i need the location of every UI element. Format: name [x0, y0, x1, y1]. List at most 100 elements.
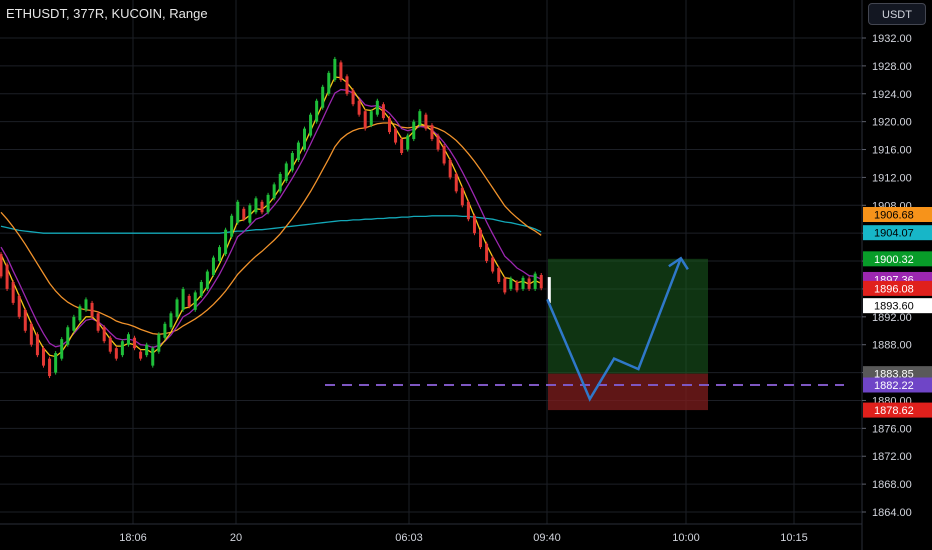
price-label-text: 1896.08 [874, 283, 914, 295]
candle [303, 128, 306, 150]
x-tick-label: 10:15 [780, 532, 808, 544]
y-tick-label: 1912.00 [872, 172, 912, 184]
candle [193, 292, 197, 310]
candle [418, 111, 422, 126]
candle [35, 334, 39, 356]
candle [357, 100, 361, 115]
candle [527, 278, 531, 289]
candle [90, 302, 94, 317]
candle [345, 76, 349, 94]
candle [48, 358, 52, 377]
candle [381, 104, 385, 119]
candle [533, 273, 537, 289]
candle [509, 278, 513, 289]
candle [96, 313, 100, 331]
x-tick-label: 09:40 [533, 532, 561, 544]
candle [23, 309, 27, 331]
candle [199, 281, 203, 296]
candle [466, 201, 470, 220]
candle [5, 264, 9, 289]
candle [521, 277, 525, 289]
candle [369, 111, 373, 126]
candle [151, 348, 155, 366]
candle [41, 348, 45, 366]
candle [114, 348, 118, 359]
candle [211, 257, 215, 275]
candle [412, 121, 416, 140]
candle [479, 229, 483, 248]
y-tick-label: 1892.00 [872, 312, 912, 324]
candle [472, 215, 476, 234]
candle [254, 198, 258, 213]
price-label-text: 1882.22 [874, 380, 914, 392]
candle [539, 275, 543, 289]
stop-zone [548, 373, 708, 411]
candle [424, 114, 428, 129]
candle [491, 257, 495, 272]
y-tick-label: 1920.00 [872, 117, 912, 129]
candle [230, 215, 234, 237]
y-tick-label: 1872.00 [872, 451, 912, 463]
chart-background [0, 0, 932, 550]
candle [442, 146, 446, 164]
y-tick-label: 1924.00 [872, 89, 912, 101]
candle [448, 159, 452, 178]
candle [102, 327, 106, 342]
candle [84, 299, 88, 310]
price-label-text: 1893.60 [874, 301, 914, 313]
candle [17, 295, 21, 317]
y-tick-label: 1876.00 [872, 423, 912, 435]
candle [60, 339, 64, 359]
candle [11, 281, 15, 303]
candle [375, 100, 379, 115]
candle [460, 187, 464, 206]
y-tick-label: 1928.00 [872, 61, 912, 73]
x-tick-label: 20 [230, 532, 242, 544]
candle [120, 341, 124, 356]
candle [430, 125, 434, 140]
candle [163, 323, 167, 338]
candle [187, 295, 191, 307]
candle [290, 153, 294, 171]
candle [321, 86, 325, 108]
price-chart[interactable]: 1932.00 1928.00 1924.00 1920.00 1916.00 1912.… [0, 0, 932, 550]
candle [333, 58, 337, 80]
y-tick-label: 1916.00 [872, 145, 912, 157]
candle [236, 201, 240, 223]
x-tick-label: 18:06 [119, 532, 147, 544]
candle [0, 254, 3, 277]
candle [242, 208, 246, 220]
x-tick-label: 10:00 [672, 532, 700, 544]
candle [339, 62, 343, 80]
candle [175, 299, 179, 317]
candle [29, 323, 33, 345]
candle [218, 247, 222, 262]
candle [139, 351, 143, 359]
candle [272, 184, 276, 199]
x-tick-label: 06:03 [395, 532, 423, 544]
price-label-text: 1900.32 [874, 254, 914, 266]
y-tick-label: 1888.00 [872, 340, 912, 352]
candle [485, 243, 489, 262]
candle [394, 128, 398, 143]
candle [169, 313, 173, 328]
symbol-title: ETHUSDT, 377R, KUCOIN, Range [6, 6, 208, 21]
candle [309, 114, 313, 136]
candle [406, 135, 410, 150]
candle [133, 337, 137, 349]
candle [157, 334, 161, 352]
y-tick-label: 1868.00 [872, 479, 912, 491]
y-tick-label: 1864.00 [872, 507, 912, 519]
candle [296, 142, 300, 160]
candle [515, 281, 519, 291]
candle [108, 337, 112, 352]
currency-button[interactable]: USDT [868, 3, 926, 25]
price-label-text: 1906.68 [874, 209, 914, 221]
candle [503, 278, 507, 293]
y-tick-label: 1932.00 [872, 33, 912, 45]
candle [387, 118, 391, 133]
price-label-text: 1878.62 [874, 405, 914, 417]
candle [260, 201, 264, 213]
candle [400, 139, 404, 154]
candle [284, 163, 288, 181]
